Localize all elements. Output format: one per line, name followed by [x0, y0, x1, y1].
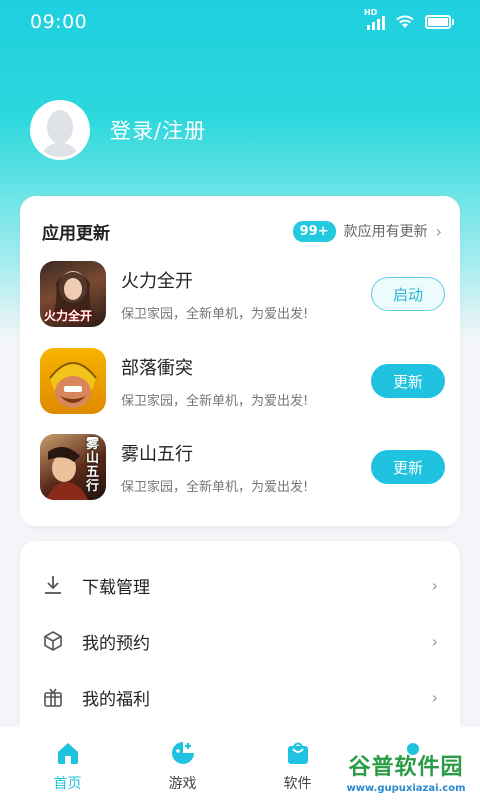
app-description: 保卫家园，全新单机，为爱出发!: [121, 479, 309, 495]
launch-button[interactable]: 启动: [371, 277, 445, 311]
login-entry[interactable]: 登录/注册: [30, 100, 206, 160]
app-updates-card: 应用更新 99+ 款应用有更新 › 火力全开 火力全开 保卫家园，全新单机，为爱…: [20, 196, 460, 526]
bag-icon: [287, 742, 308, 764]
update-count-badge: 99+: [292, 220, 336, 242]
wifi-icon: [396, 15, 414, 28]
watermark: 谷普软件园 www.gupuxiazai.com: [332, 742, 480, 800]
box-icon: [42, 630, 64, 652]
user-silhouette-icon: [41, 110, 79, 157]
status-time: 09:00: [30, 11, 88, 33]
game-icon: [171, 742, 194, 764]
login-register-link[interactable]: 登录/注册: [110, 115, 206, 145]
tab-label: 首页: [53, 776, 82, 792]
gift-icon: [42, 686, 64, 708]
app-icon-huoli[interactable]: 火力全开: [40, 261, 106, 327]
updates-title: 应用更新: [42, 223, 110, 244]
watermark-title: 谷普软件园: [348, 754, 464, 780]
tab-label: 游戏: [168, 776, 197, 792]
app-icon-wushan[interactable]: 雾山五行: [40, 434, 106, 500]
avatar[interactable]: [30, 100, 90, 160]
app-row-1[interactable]: 火力全开 火力全开 保卫家园，全新单机，为爱出发! 启动: [40, 260, 445, 328]
menu-item-reservations[interactable]: 我的预约 ›: [20, 613, 460, 669]
app-row-3[interactable]: 雾山五行 雾山五行 保卫家园，全新单机，为爱出发! 更新: [40, 433, 445, 501]
network-type-label: HD: [364, 8, 378, 17]
chevron-right-icon: ›: [435, 221, 442, 241]
menu-item-download-manager[interactable]: 下载管理 ›: [20, 557, 460, 613]
signal-icon: HD: [364, 8, 385, 30]
chevron-right-icon: ›: [431, 631, 438, 651]
app-row-2[interactable]: 部落衝突 保卫家园，全新单机，为爱出发! 更新: [40, 347, 445, 415]
app-name: 部落衝突: [121, 357, 193, 379]
app-description: 保卫家园，全新单机，为爱出发!: [121, 306, 309, 322]
app-icon-text: 雾山五行: [86, 437, 100, 494]
download-icon: [42, 574, 64, 596]
menu-label: 我的福利: [82, 689, 150, 710]
tab-label: 软件: [283, 776, 312, 792]
home-icon: [57, 743, 78, 764]
update-button[interactable]: 更新: [371, 450, 445, 484]
app-icon-text: 火力全开: [44, 309, 93, 323]
menu-label: 我的预约: [82, 633, 150, 654]
watermark-url: www.gupuxiazai.com: [346, 782, 466, 794]
updates-summary-text: 款应用有更新: [343, 224, 428, 240]
app-name: 火力全开: [121, 270, 193, 292]
menu-card: 下载管理 › 我的预约 › 我的福利 ›: [20, 541, 460, 741]
status-bar: 09:00 HD: [0, 0, 480, 44]
updates-summary-link[interactable]: 99+ 款应用有更新 ›: [292, 220, 442, 242]
chevron-right-icon: ›: [431, 687, 438, 707]
chevron-right-icon: ›: [431, 575, 438, 595]
app-icon-clash[interactable]: [40, 348, 106, 414]
update-button[interactable]: 更新: [371, 364, 445, 398]
menu-item-benefits[interactable]: 我的福利 ›: [20, 669, 460, 725]
battery-icon: [425, 15, 454, 29]
app-name: 雾山五行: [121, 443, 193, 465]
tab-home[interactable]: 首页: [10, 727, 125, 800]
tab-games[interactable]: 游戏: [125, 727, 240, 800]
app-description: 保卫家园，全新单机，为爱出发!: [121, 393, 309, 409]
menu-label: 下载管理: [82, 577, 150, 598]
